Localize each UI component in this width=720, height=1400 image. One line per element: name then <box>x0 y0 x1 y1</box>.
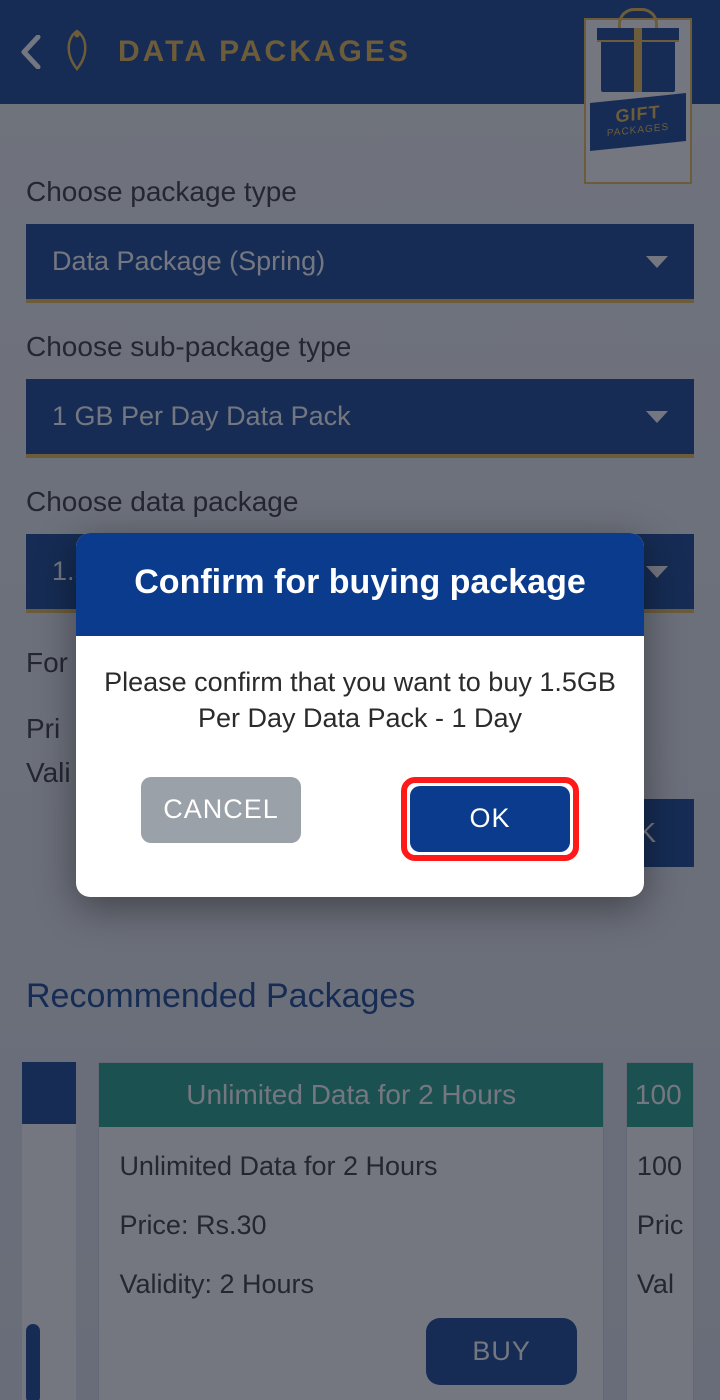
dialog-message: Please confirm that you want to buy 1.5G… <box>76 636 644 747</box>
cancel-button[interactable]: CANCEL <box>141 777 301 843</box>
dialog-actions: CANCEL OK <box>76 747 644 897</box>
dialog-title: Confirm for buying package <box>76 533 644 636</box>
ok-button[interactable]: OK <box>410 786 570 852</box>
ok-button-highlight: OK <box>401 777 579 861</box>
confirm-dialog: Confirm for buying package Please confir… <box>76 533 644 897</box>
